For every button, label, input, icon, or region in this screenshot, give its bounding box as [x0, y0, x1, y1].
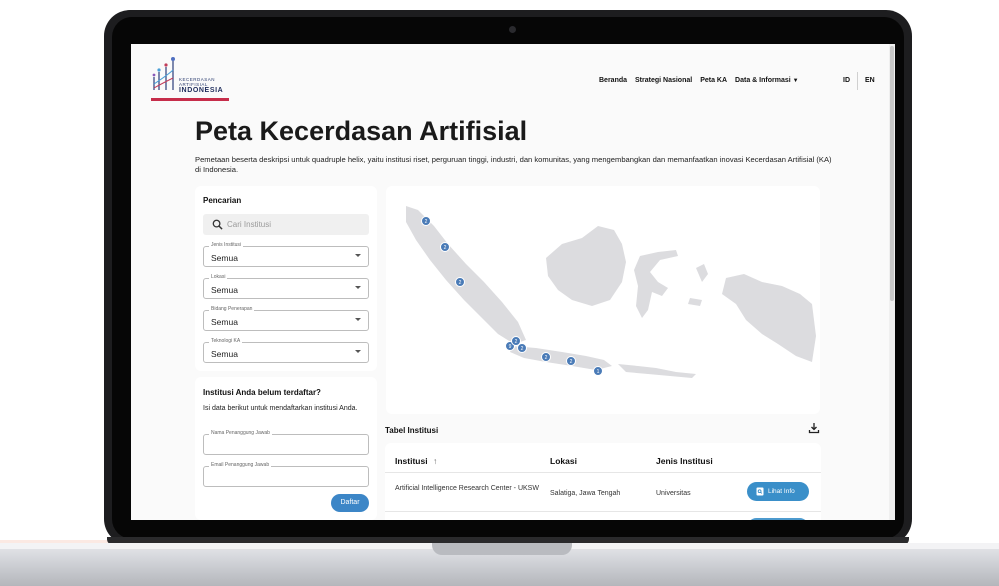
dropdown-arrow-icon	[355, 350, 361, 353]
cell-jenis: Universitas	[656, 490, 691, 497]
sort-arrow-icon: ↑	[432, 456, 438, 466]
filter-label: Teknologi KA	[209, 338, 243, 344]
filter-label: Jenis Institusi	[209, 242, 244, 248]
search-icon	[212, 219, 223, 230]
indonesia-map[interactable]: 2 2 2 9 2 2 2 2 1	[386, 186, 820, 414]
field-label: Nama Penanggung Jawab	[209, 430, 272, 436]
map-cluster-marker[interactable]: 2	[421, 216, 431, 226]
search-panel: Pencarian Jenis Institusi Semua Lokasi S…	[195, 186, 377, 371]
nav-item-peta-ka[interactable]: Peta KA	[700, 77, 727, 84]
dropdown-arrow-icon	[355, 254, 361, 257]
scrollbar-thumb[interactable]	[890, 46, 894, 301]
dropdown-arrow-icon	[355, 318, 361, 321]
map-canvas[interactable]: 2 2 2 9 2 2 2 2 1	[386, 186, 820, 414]
column-header-label: Institusi	[395, 456, 428, 466]
island-kalimantan	[546, 226, 626, 306]
logo-mark-icon	[152, 57, 175, 90]
map-cluster-marker[interactable]: 2	[541, 352, 551, 362]
island-sumatra	[406, 206, 526, 344]
filter-value: Semua	[211, 317, 238, 327]
column-header-lokasi[interactable]: Lokasi	[550, 456, 577, 466]
lihat-info-button[interactable]: Lihat Info	[747, 482, 809, 501]
filter-label: Lokasi	[209, 274, 228, 280]
map-cluster-marker[interactable]: 2	[440, 242, 450, 252]
main-nav: Beranda Strategi Nasional Peta KA Data &…	[599, 77, 819, 84]
lang-en[interactable]: EN	[865, 77, 875, 90]
language-switch: ID EN	[843, 72, 875, 90]
filter-value: Semua	[211, 285, 238, 295]
svg-text:2: 2	[515, 339, 518, 345]
page-title: Peta Kecerdasan Artifisial	[195, 116, 528, 146]
lang-divider	[857, 72, 858, 90]
download-icon[interactable]	[808, 422, 820, 434]
cell-lokasi: Salatiga, Jawa Tengah	[550, 490, 621, 497]
logo-text-line3: INDONESIA	[179, 87, 224, 94]
register-description: Isi data berikut untuk mendaftarkan inst…	[203, 405, 358, 412]
laptop-base-notch	[432, 543, 572, 555]
filter-lokasi[interactable]: Lokasi Semua	[203, 274, 369, 299]
island-sulawesi	[634, 250, 678, 318]
island-papua	[722, 274, 816, 362]
map-cluster-marker[interactable]: 2	[517, 343, 527, 353]
column-header-institusi[interactable]: Institusi ↑	[395, 456, 437, 466]
cell-institusi: Artificial Intelligence Research Center …	[395, 485, 539, 492]
register-panel: Institusi Anda belum terdaftar? Isi data…	[195, 377, 377, 520]
svg-text:2: 2	[521, 346, 524, 352]
site-logo[interactable]: KECERDASAN ARTIFISIAL INDONESIA	[151, 56, 231, 102]
filter-label: Bidang Penerapan	[209, 306, 255, 312]
browser-viewport: KECERDASAN ARTIFISIAL INDONESIA Beranda …	[131, 44, 895, 520]
name-field[interactable]: Nama Penanggung Jawab	[203, 430, 369, 455]
institution-table-section: Tabel Institusi Institusi ↑ Lokasi Jenis…	[385, 416, 821, 520]
svg-text:2: 2	[545, 355, 548, 361]
svg-text:2: 2	[444, 245, 447, 251]
map-cluster-marker[interactable]: 1	[593, 366, 603, 376]
nav-item-beranda[interactable]: Beranda	[599, 77, 627, 84]
search-box[interactable]	[203, 214, 369, 235]
svg-text:2: 2	[570, 359, 573, 365]
svg-text:1: 1	[597, 369, 600, 375]
island-nusa-tenggara	[618, 364, 696, 378]
lang-id[interactable]: ID	[843, 77, 850, 90]
nav-item-data-informasi[interactable]: Data & Informasi	[735, 77, 791, 84]
institution-table: Institusi ↑ Lokasi Jenis Institusi Artif…	[385, 443, 821, 520]
camera-icon	[509, 26, 516, 33]
island-maluku	[688, 264, 708, 306]
table-divider	[385, 472, 821, 473]
table-title: Tabel Institusi	[385, 426, 439, 435]
filter-jenis-institusi[interactable]: Jenis Institusi Semua	[203, 242, 369, 267]
filter-bidang-penerapan[interactable]: Bidang Penerapan Semua	[203, 306, 369, 331]
filter-value: Semua	[211, 253, 238, 263]
svg-text:2: 2	[459, 280, 462, 286]
document-icon	[756, 487, 764, 496]
site-header: KECERDASAN ARTIFISIAL INDONESIA Beranda …	[131, 44, 889, 106]
svg-text:9: 9	[509, 344, 512, 350]
lihat-info-label: Lihat Info	[768, 488, 795, 495]
search-input[interactable]	[227, 214, 367, 235]
map-cluster-marker[interactable]: 2	[455, 277, 465, 287]
nav-item-strategi-nasional[interactable]: Strategi Nasional	[635, 77, 692, 84]
lihat-info-button-next[interactable]	[747, 518, 809, 520]
daftar-button[interactable]: Daftar	[331, 494, 369, 512]
column-header-jenis-institusi[interactable]: Jenis Institusi	[656, 456, 713, 466]
email-field[interactable]: Email Penanggung Jawab	[203, 462, 369, 487]
filter-teknologi-ka[interactable]: Teknologi KA Semua	[203, 338, 369, 363]
register-title: Institusi Anda belum terdaftar?	[203, 388, 321, 397]
field-label: Email Penanggung Jawab	[209, 462, 272, 468]
logo-underline	[151, 98, 229, 101]
chevron-down-icon[interactable]: ▼	[793, 78, 799, 84]
scrollbar[interactable]	[889, 44, 895, 520]
table-divider	[385, 511, 821, 512]
svg-text:2: 2	[425, 219, 428, 225]
dropdown-arrow-icon	[355, 286, 361, 289]
filter-value: Semua	[211, 349, 238, 359]
map-cluster-marker[interactable]: 2	[566, 356, 576, 366]
search-panel-title: Pencarian	[203, 196, 242, 205]
page-description: Pemetaan beserta deskripsi untuk quadrup…	[195, 155, 832, 174]
